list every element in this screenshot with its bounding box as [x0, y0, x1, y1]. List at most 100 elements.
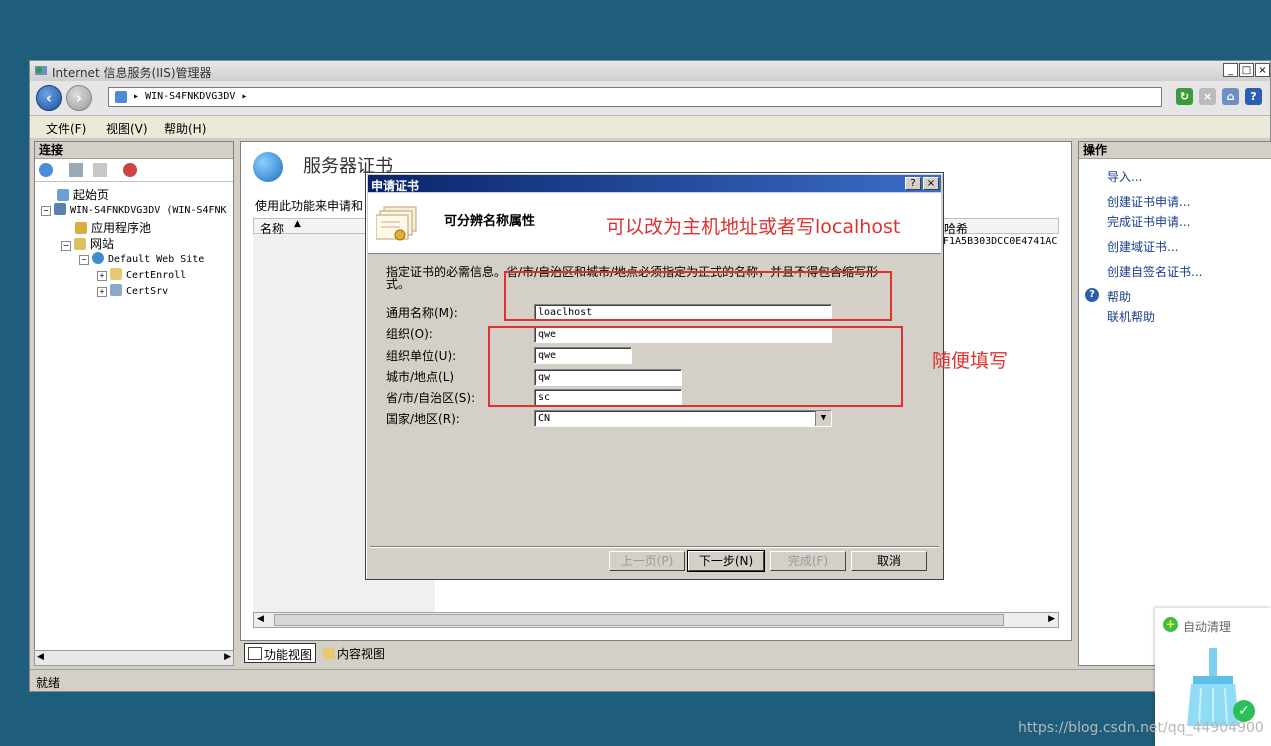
server-icon: [115, 91, 127, 103]
actions-header: 操作: [1079, 142, 1271, 159]
action-create-self-signed[interactable]: 创建自签名证书...: [1107, 263, 1202, 280]
cancel-button[interactable]: 取消: [851, 551, 927, 571]
country-label: 国家/地区(R):: [386, 412, 460, 426]
scroll-left-icon[interactable]: ◀: [257, 614, 264, 624]
disconnect-icon[interactable]: [123, 163, 137, 177]
menu-help[interactable]: 帮助(H): [164, 120, 206, 137]
dialog-separator: [370, 546, 939, 548]
content-view-icon: [323, 648, 335, 659]
menu-view[interactable]: 视图(V): [106, 120, 148, 137]
tab-content-view[interactable]: 内容视图: [320, 643, 388, 663]
feature-hscroll[interactable]: ◀ ▶: [253, 612, 1059, 628]
action-complete-cert-request[interactable]: 完成证书申请...: [1107, 213, 1190, 230]
org-unit-label: 组织单位(U):: [386, 349, 457, 363]
dialog-close-button[interactable]: ×: [923, 177, 939, 190]
dialog-title: 申请证书: [371, 179, 420, 193]
auto-clean-label: 自动清理: [1183, 620, 1232, 634]
window-title: Internet 信息服务(IIS)管理器: [52, 66, 212, 80]
folder-icon: [110, 268, 122, 280]
plus-icon: +: [1163, 617, 1178, 632]
organization-label: 组织(O):: [386, 327, 433, 341]
tree-app-pools[interactable]: 应用程序池: [75, 219, 151, 236]
scroll-left-icon[interactable]: ◀: [37, 652, 44, 662]
connections-toolbar: [35, 159, 233, 182]
tree-certsrv[interactable]: + CertSrv: [97, 284, 168, 297]
tree-certenroll[interactable]: + CertEnroll: [97, 268, 186, 281]
collapse-icon[interactable]: −: [79, 255, 89, 265]
up-icon[interactable]: [93, 163, 107, 177]
close-button[interactable]: ×: [1255, 63, 1270, 77]
common-name-label: 通用名称(M):: [386, 306, 458, 320]
action-create-cert-request[interactable]: 创建证书申请...: [1107, 193, 1190, 210]
sites-folder-icon: [74, 238, 86, 250]
globe-icon: [92, 252, 104, 264]
address-path: ▸ WIN-S4FNKDVG3DV ▸: [133, 91, 248, 102]
action-help[interactable]: 帮助: [1107, 288, 1131, 305]
chevron-down-icon[interactable]: ▼: [815, 411, 831, 426]
collapse-icon[interactable]: −: [41, 206, 51, 216]
menu-bar: 文件(F) 视图(V) 帮助(H): [30, 116, 1270, 139]
action-import[interactable]: 导入...: [1107, 168, 1142, 185]
check-icon: ✓: [1233, 700, 1255, 722]
connect-icon[interactable]: [39, 163, 53, 177]
minimize-button[interactable]: _: [1223, 63, 1238, 77]
address-bar-row: ‹ › ▸ WIN-S4FNKDVG3DV ▸ ↻ × ⌂ ?: [30, 81, 1270, 116]
country-select[interactable]: CN ▼: [534, 410, 832, 427]
forward-button[interactable]: ›: [66, 85, 92, 111]
watermark: https://blog.csdn.net/qq_44904900: [1018, 720, 1264, 736]
annotation-note-localhost: 可以改为主机地址或者写localhost: [606, 216, 901, 238]
connections-hscroll[interactable]: ◀ ▶: [34, 650, 234, 666]
expand-icon[interactable]: +: [97, 271, 107, 281]
dialog-help-button[interactable]: ?: [905, 177, 921, 190]
scroll-right-icon[interactable]: ▶: [224, 652, 231, 662]
status-text: 就绪: [36, 676, 61, 690]
hash-value: F1A5B303DCC0E4741AC: [943, 236, 1058, 247]
next-button[interactable]: 下一步(N): [687, 550, 765, 572]
tab-feature-view[interactable]: 功能视图: [244, 643, 317, 663]
tree-start-page[interactable]: 起始页: [57, 186, 109, 203]
start-page-icon: [57, 189, 69, 201]
city-label: 城市/地点(L): [386, 370, 455, 384]
connections-header: 连接: [35, 142, 233, 159]
menu-file[interactable]: 文件(F): [46, 120, 86, 137]
annotation-note-fill-any: 随便填写: [932, 350, 1009, 372]
app-pool-icon: [75, 222, 87, 234]
connections-pane: 连接 起始页 − WIN-S4FNKDVG3DV (WIN-S4FNK 应用程序池…: [34, 141, 234, 666]
feature-view-icon: [248, 647, 262, 660]
refresh-icon[interactable]: ↻: [1176, 88, 1193, 105]
help-icon[interactable]: ?: [1245, 88, 1262, 105]
dialog-title-bar: 申请证书 ? ×: [368, 175, 941, 193]
annotation-box-other-fields: [488, 326, 903, 407]
server-certificates-icon: [253, 152, 283, 182]
action-create-domain-cert[interactable]: 创建域证书...: [1107, 238, 1178, 255]
tree-default-site[interactable]: − Default Web Site: [79, 252, 204, 265]
annotation-box-common-name: [504, 271, 892, 321]
status-bar: 就绪: [30, 669, 1270, 692]
scroll-thumb[interactable]: [274, 614, 1004, 626]
home-icon[interactable]: ⌂: [1222, 88, 1239, 105]
prev-button[interactable]: 上一页(P): [609, 551, 685, 571]
collapse-icon[interactable]: −: [61, 241, 71, 251]
actions-pane: 操作 导入... 创建证书申请... 完成证书申请... 创建域证书... 创建…: [1078, 141, 1271, 666]
finish-button[interactable]: 完成(F): [770, 551, 846, 571]
save-icon[interactable]: [69, 163, 83, 177]
tree-server[interactable]: − WIN-S4FNKDVG3DV (WIN-S4FNK: [41, 203, 227, 216]
iis-app-icon: [35, 66, 47, 75]
column-hash[interactable]: 哈希: [944, 220, 968, 237]
tree-sites[interactable]: − 网站: [61, 235, 114, 252]
province-label: 省/市/自治区(S):: [386, 391, 476, 405]
country-value: CN: [538, 413, 551, 424]
back-arrow-icon: ‹: [45, 89, 53, 107]
certificate-icon: [376, 206, 417, 241]
app-icon: [110, 284, 122, 296]
stop-icon[interactable]: ×: [1199, 88, 1216, 105]
scroll-right-icon[interactable]: ▶: [1048, 614, 1055, 624]
action-online-help[interactable]: 联机帮助: [1107, 308, 1155, 325]
forward-arrow-icon: ›: [75, 89, 83, 107]
title-bar: Internet 信息服务(IIS)管理器 _ □ ×: [30, 61, 1270, 82]
feature-description: 使用此功能来申请和: [255, 199, 364, 213]
expand-icon[interactable]: +: [97, 287, 107, 297]
maximize-button[interactable]: □: [1239, 63, 1254, 77]
back-button[interactable]: ‹: [36, 85, 62, 111]
address-box[interactable]: ▸ WIN-S4FNKDVG3DV ▸: [108, 87, 1162, 107]
